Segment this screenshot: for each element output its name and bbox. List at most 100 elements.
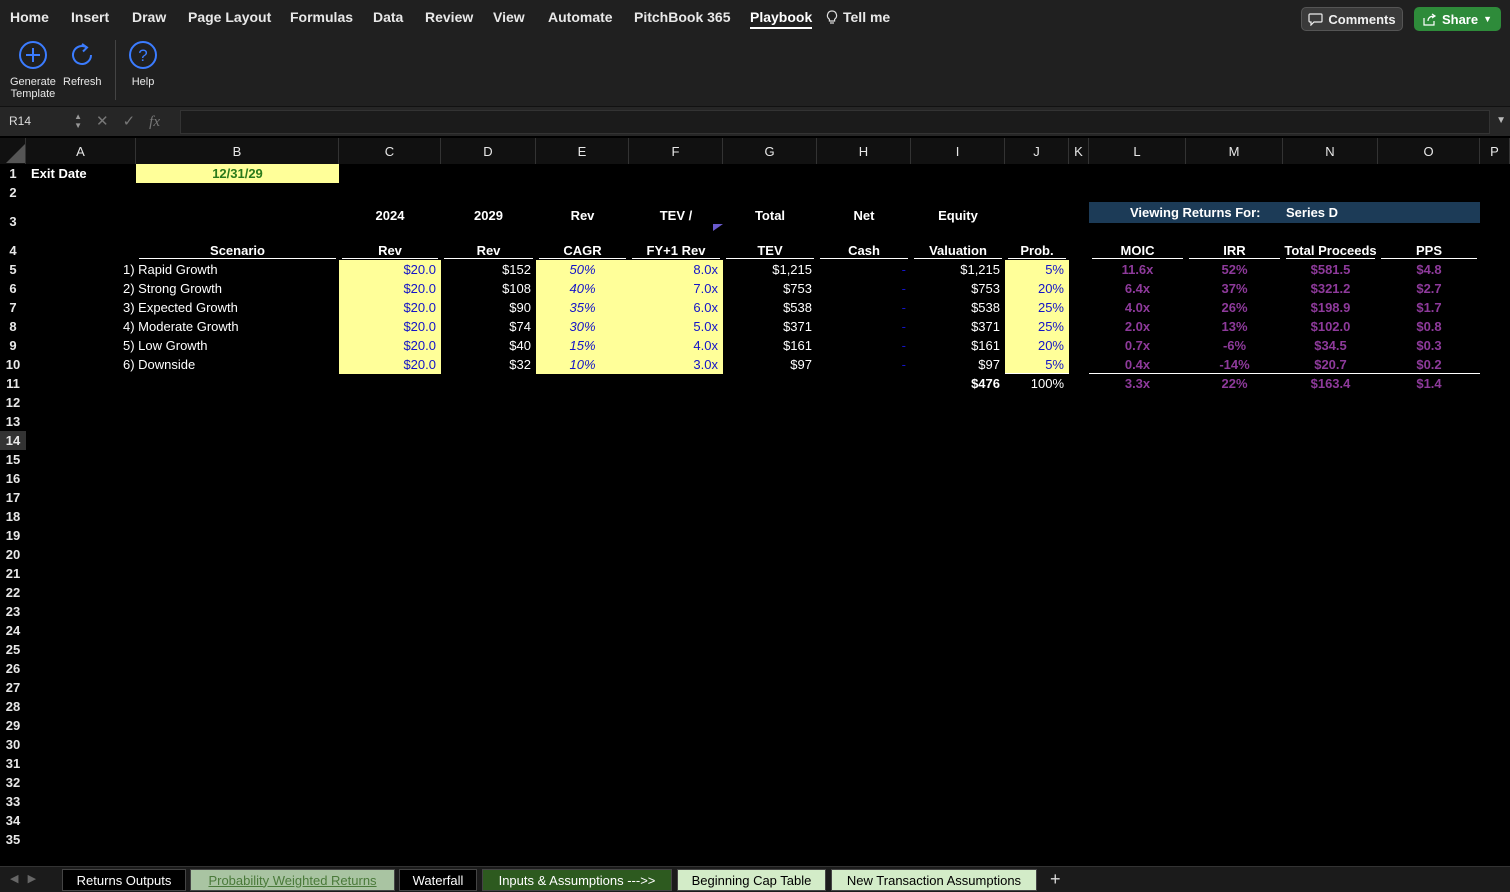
header-row3-e[interactable]: Rev <box>536 206 629 225</box>
row-header-33[interactable]: 33 <box>0 792 26 811</box>
rev-2029-cell[interactable]: $90 <box>441 298 536 317</box>
comments-button[interactable]: Comments <box>1301 7 1403 31</box>
row-header-34[interactable]: 34 <box>0 811 26 830</box>
tev-multiple-cell[interactable]: 5.0x <box>629 317 723 336</box>
tab-review[interactable]: Review <box>425 9 473 25</box>
row-header-7[interactable]: 7 <box>0 298 26 317</box>
header-row3-g[interactable]: Total <box>723 206 817 225</box>
row-header-35[interactable]: 35 <box>0 830 26 849</box>
row-header-20[interactable]: 20 <box>0 545 26 564</box>
total-tev-cell[interactable]: $538 <box>723 298 817 317</box>
column-header-b[interactable]: B <box>136 138 339 164</box>
sheet-tab-inputs-assumptions[interactable]: Inputs & Assumptions --->> <box>482 869 672 891</box>
row-header-12[interactable]: 12 <box>0 393 26 412</box>
pps-cell[interactable]: $2.7 <box>1378 279 1480 298</box>
column-header-a[interactable]: A <box>26 138 136 164</box>
equity-valuation-cell[interactable]: $97 <box>911 355 1005 374</box>
header-row3-i[interactable]: Equity <box>911 206 1005 225</box>
rev-2024-cell[interactable]: $20.0 <box>339 355 441 374</box>
exit-date-label[interactable]: Exit Date <box>26 164 136 183</box>
row-header-1[interactable]: 1 <box>0 164 26 183</box>
tab-page-layout[interactable]: Page Layout <box>188 9 271 25</box>
generate-template-button[interactable]: Generate Template <box>10 40 56 100</box>
row-header-29[interactable]: 29 <box>0 716 26 735</box>
probability-cell[interactable]: 5% <box>1005 260 1069 279</box>
probability-cell[interactable]: 25% <box>1005 317 1069 336</box>
pps-cell[interactable]: $0.2 <box>1378 355 1480 374</box>
row-header-4[interactable]: 4 <box>0 241 26 260</box>
row-header-22[interactable]: 22 <box>0 583 26 602</box>
row-header-32[interactable]: 32 <box>0 773 26 792</box>
row-header-8[interactable]: 8 <box>0 317 26 336</box>
tab-insert[interactable]: Insert <box>71 9 109 25</box>
column-header-i[interactable]: I <box>911 138 1005 164</box>
equity-valuation-cell[interactable]: $161 <box>911 336 1005 355</box>
column-header-e[interactable]: E <box>536 138 629 164</box>
irr-cell[interactable]: 52% <box>1186 260 1283 279</box>
total-probability-cell[interactable]: 100% <box>1005 374 1069 393</box>
row-header-25[interactable]: 25 <box>0 640 26 659</box>
column-header-f[interactable]: F <box>629 138 723 164</box>
moic-cell[interactable]: 4.0x <box>1089 298 1186 317</box>
row-header-2[interactable]: 2 <box>0 183 26 202</box>
net-cash-cell[interactable]: - <box>817 317 911 336</box>
scenario-name[interactable]: 6) Downside <box>118 355 328 374</box>
select-all-corner[interactable] <box>0 138 26 164</box>
header-row3-c[interactable]: 2024 <box>339 206 441 225</box>
spreadsheet-grid[interactable]: A B C D E F G H I J K L M N O P 1 2 3 4 5 6 7 8 9 10 11 12 13 14 15 16 1… <box>0 138 1510 866</box>
equity-valuation-cell[interactable]: $1,215 <box>911 260 1005 279</box>
pps-cell[interactable]: $4.8 <box>1378 260 1480 279</box>
equity-valuation-cell[interactable]: $753 <box>911 279 1005 298</box>
cagr-cell[interactable]: 30% <box>536 317 629 336</box>
rev-2029-cell[interactable]: $40 <box>441 336 536 355</box>
probability-cell[interactable]: 5% <box>1005 355 1069 374</box>
row-header-26[interactable]: 26 <box>0 659 26 678</box>
scenario-name[interactable]: 3) Expected Growth <box>118 298 328 317</box>
rev-2029-cell[interactable]: $32 <box>441 355 536 374</box>
cancel-icon[interactable]: ✕ <box>96 113 109 130</box>
total-tev-cell[interactable]: $1,215 <box>723 260 817 279</box>
tab-draw[interactable]: Draw <box>132 9 166 25</box>
rev-2024-cell[interactable]: $20.0 <box>339 279 441 298</box>
row-header-11[interactable]: 11 <box>0 374 26 393</box>
tell-me[interactable]: Tell me <box>826 9 890 25</box>
row-header-19[interactable]: 19 <box>0 526 26 545</box>
tev-multiple-cell[interactable]: 4.0x <box>629 336 723 355</box>
total-irr-cell[interactable]: 22% <box>1186 374 1283 393</box>
rev-2024-cell[interactable]: $20.0 <box>339 260 441 279</box>
moic-cell[interactable]: 2.0x <box>1089 317 1186 336</box>
row-header-6[interactable]: 6 <box>0 279 26 298</box>
tab-data[interactable]: Data <box>373 9 403 25</box>
share-button[interactable]: Share ▼ <box>1414 7 1501 31</box>
rev-2024-cell[interactable]: $20.0 <box>339 336 441 355</box>
row-header-18[interactable]: 18 <box>0 507 26 526</box>
proceeds-cell[interactable]: $102.0 <box>1283 317 1378 336</box>
column-header-k[interactable]: K <box>1069 138 1089 164</box>
net-cash-cell[interactable]: - <box>817 298 911 317</box>
comment-indicator-icon[interactable] <box>713 224 723 231</box>
rev-2029-cell[interactable]: $74 <box>441 317 536 336</box>
column-header-p[interactable]: P <box>1480 138 1510 164</box>
tev-multiple-cell[interactable]: 8.0x <box>629 260 723 279</box>
formula-input[interactable] <box>180 110 1490 134</box>
check-icon[interactable]: ✓ <box>123 113 136 130</box>
equity-valuation-cell[interactable]: $371 <box>911 317 1005 336</box>
column-header-m[interactable]: M <box>1186 138 1283 164</box>
irr-cell[interactable]: -14% <box>1186 355 1283 374</box>
irr-cell[interactable]: 37% <box>1186 279 1283 298</box>
column-header-j[interactable]: J <box>1005 138 1069 164</box>
row-header-31[interactable]: 31 <box>0 754 26 773</box>
tab-playbook[interactable]: Playbook <box>750 9 813 29</box>
row-header-21[interactable]: 21 <box>0 564 26 583</box>
probability-cell[interactable]: 20% <box>1005 336 1069 355</box>
net-cash-cell[interactable]: - <box>817 355 911 374</box>
help-button[interactable]: ? Help <box>128 40 158 88</box>
sheet-tab-probability-weighted-returns[interactable]: Probability Weighted Returns <box>190 869 395 891</box>
column-header-c[interactable]: C <box>339 138 441 164</box>
cagr-cell[interactable]: 40% <box>536 279 629 298</box>
scenario-name[interactable]: 4) Moderate Growth <box>118 317 328 336</box>
tab-formulas[interactable]: Formulas <box>290 9 353 25</box>
sheet-tab-new-transaction-assumptions[interactable]: New Transaction Assumptions <box>831 869 1037 891</box>
stepper-icon[interactable]: ▲ ▼ <box>74 112 82 130</box>
row-header-17[interactable]: 17 <box>0 488 26 507</box>
